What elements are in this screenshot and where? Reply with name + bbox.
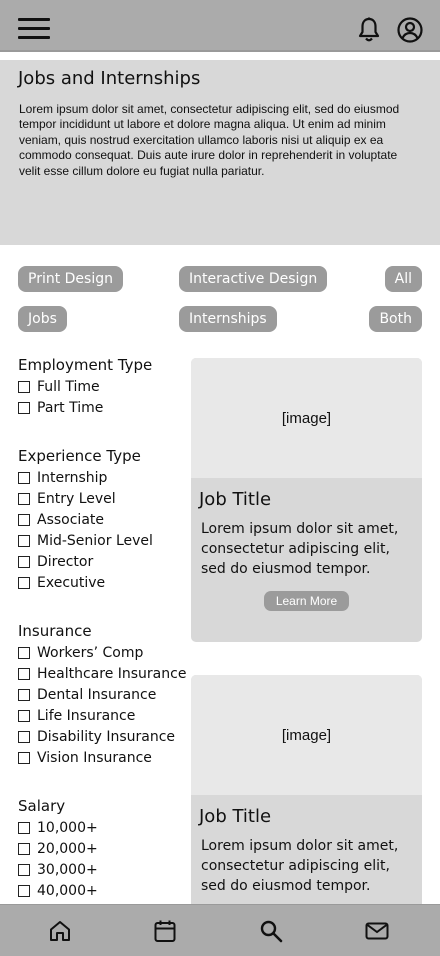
- checkbox[interactable]: [18, 751, 30, 764]
- jobs-page: Jobs and Internships Lorem ipsum dolor s…: [0, 0, 440, 956]
- option-label: Part Time: [37, 399, 104, 416]
- filter-option-director[interactable]: Director: [18, 551, 153, 572]
- option-label: Full Time: [37, 378, 100, 395]
- chip-internships[interactable]: Internships: [179, 306, 277, 332]
- option-label: Workers’ Comp: [37, 644, 144, 661]
- option-label: Associate: [37, 511, 104, 528]
- checkbox[interactable]: [18, 884, 30, 897]
- option-label: 20,000+: [37, 840, 98, 857]
- filter-option-part-time[interactable]: Part Time: [18, 397, 152, 418]
- filter-option-salary-10000[interactable]: 10,000+: [18, 817, 98, 838]
- filter-experience-type: Experience Type Internship Entry Level A…: [18, 446, 153, 593]
- filter-option-mid-senior-level[interactable]: Mid-Senior Level: [18, 530, 153, 551]
- chip-both[interactable]: Both: [369, 306, 422, 332]
- calendar-icon[interactable]: [153, 919, 177, 943]
- checkbox[interactable]: [18, 576, 30, 589]
- filter-option-healthcare-insurance[interactable]: Healthcare Insurance: [18, 663, 186, 684]
- filter-option-associate[interactable]: Associate: [18, 509, 153, 530]
- filter-title: Experience Type: [18, 447, 141, 465]
- home-icon[interactable]: [48, 919, 72, 943]
- job-image-placeholder: [image]: [191, 358, 422, 478]
- filter-employment-type: Employment Type Full Time Part Time: [18, 355, 152, 418]
- filter-option-disability-insurance[interactable]: Disability Insurance: [18, 726, 186, 747]
- checkbox[interactable]: [18, 709, 30, 722]
- filter-option-entry-level[interactable]: Entry Level: [18, 488, 153, 509]
- checkbox[interactable]: [18, 492, 30, 505]
- filter-salary: Salary 10,000+ 20,000+ 30,000+ 40,000+: [18, 796, 98, 901]
- chip-print-design[interactable]: Print Design: [18, 266, 123, 292]
- option-label: Disability Insurance: [37, 728, 176, 745]
- filter-option-internship[interactable]: Internship: [18, 467, 153, 488]
- checkbox[interactable]: [18, 555, 30, 568]
- option-label: Director: [37, 553, 94, 570]
- option-label: 10,000+: [37, 819, 98, 836]
- filter-title: Employment Type: [18, 356, 153, 374]
- job-description: Lorem ipsum dolor sit amet, consectetur …: [201, 838, 399, 894]
- user-circle-icon[interactable]: [397, 17, 423, 43]
- mail-icon[interactable]: [365, 919, 389, 943]
- checkbox[interactable]: [18, 842, 30, 855]
- option-label: Entry Level: [37, 490, 116, 507]
- option-label: 30,000+: [37, 861, 98, 878]
- checkbox[interactable]: [18, 534, 30, 547]
- checkbox[interactable]: [18, 646, 30, 659]
- page-title: Jobs and Internships: [18, 68, 201, 89]
- checkbox[interactable]: [18, 401, 30, 414]
- learn-more-button[interactable]: Learn More: [264, 591, 349, 611]
- filter-option-full-time[interactable]: Full Time: [18, 376, 152, 397]
- filter-option-workers-comp[interactable]: Workers’ Comp: [18, 642, 186, 663]
- job-card[interactable]: [image] Job Title Lorem ipsum dolor sit …: [191, 358, 422, 642]
- checkbox[interactable]: [18, 730, 30, 743]
- intro-section: Jobs and Internships Lorem ipsum dolor s…: [0, 60, 440, 245]
- job-description: Lorem ipsum dolor sit amet, consectetur …: [201, 521, 399, 577]
- chip-all[interactable]: All: [384, 266, 422, 292]
- search-icon[interactable]: [259, 919, 283, 943]
- job-title: Job Title: [199, 489, 272, 510]
- hamburger-menu-icon[interactable]: [18, 18, 50, 40]
- filter-insurance: Insurance Workers’ Comp Healthcare Insur…: [18, 621, 186, 768]
- option-label: Life Insurance: [37, 707, 136, 724]
- filter-title: Salary: [18, 797, 66, 815]
- option-label: Internship: [37, 469, 108, 486]
- checkbox[interactable]: [18, 821, 30, 834]
- checkbox[interactable]: [18, 471, 30, 484]
- filter-title: Insurance: [18, 622, 92, 640]
- filter-option-executive[interactable]: Executive: [18, 572, 153, 593]
- filter-option-life-insurance[interactable]: Life Insurance: [18, 705, 186, 726]
- job-title: Job Title: [199, 806, 272, 827]
- option-label: Vision Insurance: [37, 749, 152, 766]
- option-label: 40,000+: [37, 882, 98, 899]
- intro-text: Lorem ipsum dolor sit amet, consectetur …: [19, 102, 400, 178]
- filter-option-salary-40000[interactable]: 40,000+: [18, 880, 98, 901]
- chip-jobs[interactable]: Jobs: [18, 306, 67, 332]
- filter-option-dental-insurance[interactable]: Dental Insurance: [18, 684, 186, 705]
- checkbox[interactable]: [18, 863, 30, 876]
- bell-icon[interactable]: [357, 17, 381, 43]
- job-card[interactable]: [image] Job Title Lorem ipsum dolor sit …: [191, 675, 422, 935]
- checkbox[interactable]: [18, 688, 30, 701]
- option-label: Healthcare Insurance: [37, 665, 187, 682]
- chip-interactive-design[interactable]: Interactive Design: [179, 266, 328, 292]
- filter-option-salary-30000[interactable]: 30,000+: [18, 859, 98, 880]
- filter-option-salary-20000[interactable]: 20,000+: [18, 838, 98, 859]
- checkbox[interactable]: [18, 513, 30, 526]
- filter-option-vision-insurance[interactable]: Vision Insurance: [18, 747, 186, 768]
- top-app-bar: [0, 0, 440, 52]
- option-label: Mid-Senior Level: [37, 532, 153, 549]
- checkbox[interactable]: [18, 380, 30, 393]
- option-label: Dental Insurance: [37, 686, 157, 703]
- bottom-navigation: [0, 904, 440, 956]
- checkbox[interactable]: [18, 667, 30, 680]
- job-image-placeholder: [image]: [191, 675, 422, 795]
- option-label: Executive: [37, 574, 106, 591]
